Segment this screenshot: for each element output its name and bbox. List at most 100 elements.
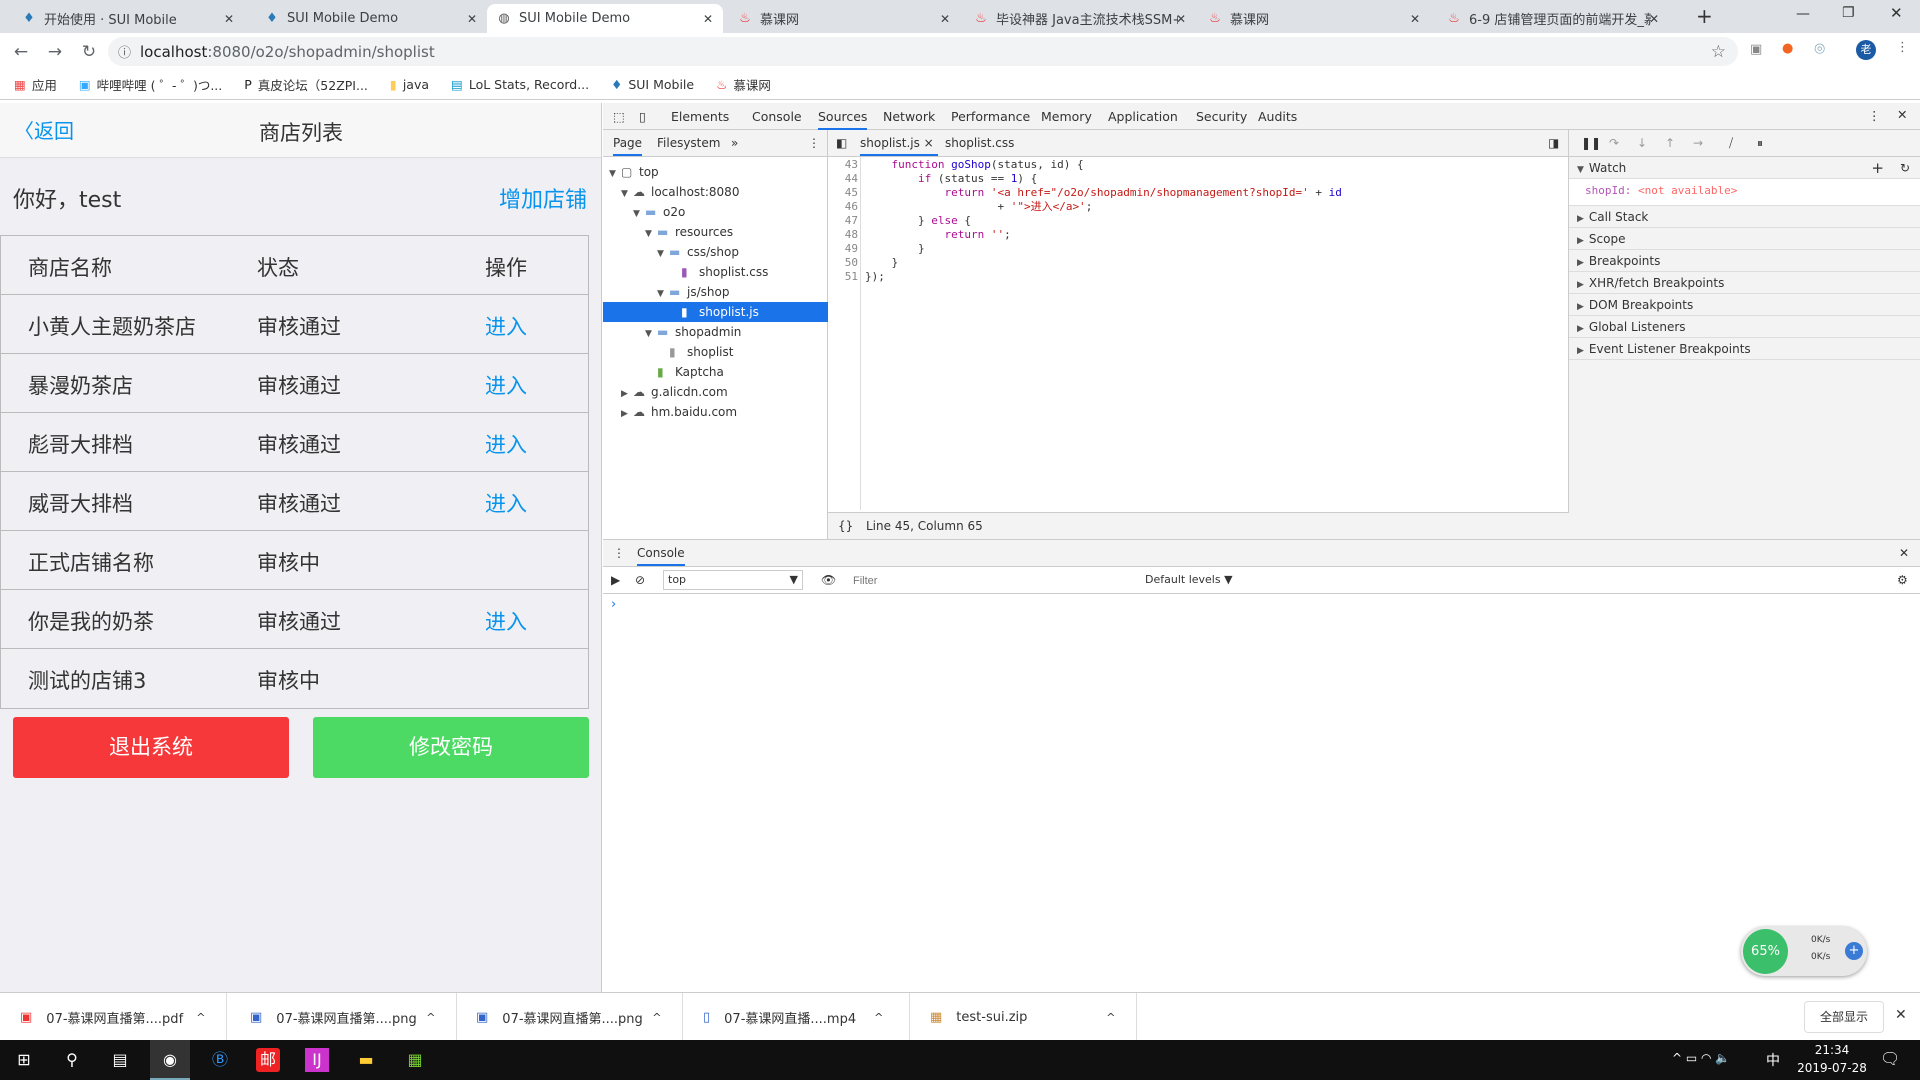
close-tab-icon[interactable]: ✕	[1176, 12, 1186, 26]
extension-icon[interactable]: ●	[1782, 41, 1793, 56]
close-devtools-icon[interactable]: ✕	[1897, 107, 1907, 122]
info-icon[interactable]: ⓘ	[118, 42, 131, 61]
back-arrow-icon[interactable]: ←	[8, 42, 34, 62]
pause-icon[interactable]: ❚❚	[1581, 136, 1601, 150]
add-shop-link[interactable]: 增加店铺	[499, 182, 587, 214]
chrome-taskbar-icon[interactable]: ◉	[150, 1040, 190, 1080]
bookmark-item[interactable]: ▣ 哔哩哔哩 ( ゜- ゜)つ...	[79, 75, 222, 94]
chevron-up-icon[interactable]: ^	[426, 1011, 435, 1024]
tab-application[interactable]: Application	[1108, 109, 1178, 124]
editor-tab-shoplist-css[interactable]: shoplist.css	[945, 136, 1014, 150]
download-item[interactable]: ▣ 07-慕课网直播第....png ^	[230, 993, 457, 1041]
device-toggle-icon[interactable]: ▯	[639, 109, 646, 124]
drawer-menu-icon[interactable]: ⋮	[613, 546, 625, 560]
tree-item[interactable]: ▼ ▬ resources	[603, 222, 828, 242]
step-over-icon[interactable]: ↷	[1609, 136, 1619, 150]
bookmark-item[interactable]: P 真皮论坛（52ZPI...	[244, 75, 368, 94]
tab-security[interactable]: Security	[1196, 109, 1247, 124]
tree-item[interactable]: ▼ ▬ o2o	[603, 202, 828, 222]
tab-console[interactable]: Console	[637, 546, 685, 566]
expand-arrow-icon[interactable]: ▼	[645, 324, 657, 344]
close-tab-icon[interactable]: ✕	[703, 12, 713, 26]
tab-filesystem[interactable]: Filesystem	[657, 136, 720, 150]
tab-page[interactable]: Page	[613, 136, 643, 156]
step-out-icon[interactable]: ↑	[1665, 136, 1675, 150]
enter-shop-link[interactable]: 进入	[485, 606, 527, 636]
tab-performance[interactable]: Performance	[951, 109, 1030, 124]
logout-button[interactable]: 退出系统	[13, 717, 289, 778]
deactivate-breakpoints-icon[interactable]: ⧸	[1729, 136, 1733, 151]
clock-date[interactable]: 2019-07-28	[1796, 1061, 1868, 1075]
expand-arrow-icon[interactable]: ▶	[621, 384, 633, 404]
windows-start-icon[interactable]: ⊞	[12, 1048, 36, 1072]
tree-item[interactable]: ▼ ▬ js/shop	[603, 282, 828, 302]
chevron-up-icon[interactable]: ^	[1106, 1011, 1115, 1024]
step-into-icon[interactable]: ↓	[1637, 136, 1647, 150]
star-icon[interactable]: ☆	[1711, 42, 1726, 62]
pretty-print-icon[interactable]: {}	[838, 513, 853, 539]
browser-tab[interactable]: ♦ 开始使用 · SUI Mobile ✕	[12, 4, 244, 33]
tab-audits[interactable]: Audits	[1258, 109, 1297, 124]
plus-icon[interactable]: +	[1845, 942, 1863, 960]
expand-arrow-icon[interactable]: ▼	[657, 244, 669, 264]
debugger-pane[interactable]: ▶ Global Listeners	[1569, 316, 1920, 338]
debugger-pane[interactable]: ▶ Breakpoints	[1569, 250, 1920, 272]
tab-console[interactable]: Console	[752, 109, 802, 124]
extension-icon[interactable]: ◎	[1814, 41, 1825, 56]
console-filter-input[interactable]	[853, 571, 1138, 590]
chevron-up-icon[interactable]: ^	[652, 1011, 661, 1024]
browser-tab[interactable]: ♨ 毕设神器 Java主流技术栈SSM+S ✕	[964, 4, 1196, 33]
clear-console-icon[interactable]: ⊘	[635, 573, 645, 587]
close-drawer-icon[interactable]: ✕	[1899, 546, 1909, 560]
close-tab-icon[interactable]: ✕	[224, 12, 234, 26]
close-tab-icon[interactable]: ✕	[940, 12, 950, 26]
notifications-icon[interactable]: 🗨	[1880, 1049, 1900, 1068]
mail-app-icon[interactable]: 邮	[256, 1048, 280, 1072]
console-settings-icon[interactable]: ⚙	[1897, 573, 1908, 587]
change-password-button[interactable]: 修改密码	[313, 717, 589, 778]
kebab-icon[interactable]: ⋮	[808, 136, 820, 150]
menu-icon[interactable]: ⋮	[1896, 40, 1909, 55]
tree-item[interactable]: ▼ ▬ shopadmin	[603, 322, 828, 342]
download-item[interactable]: ▯ 07-慕课网直播....mp4 ^	[683, 993, 910, 1041]
url-bar[interactable]: ⓘ localhost:8080/o2o/shopadmin/shoplist ☆	[108, 37, 1738, 66]
tree-item[interactable]: ▼ ☁ localhost:8080	[603, 182, 828, 202]
inspect-icon[interactable]: ⬚	[613, 109, 625, 124]
context-select[interactable]: top ▼	[663, 570, 803, 590]
close-tab-icon[interactable]: ✕	[1649, 12, 1659, 26]
close-window-icon[interactable]: ✕	[1890, 4, 1903, 22]
browser-tab[interactable]: ♨ 慕课网 ✕	[1198, 4, 1430, 33]
watch-pane[interactable]: ▼ Watch + ↻	[1569, 157, 1920, 179]
editor-tab-shoplist-js[interactable]: shoplist.js ×	[860, 136, 938, 156]
enter-shop-link[interactable]: 进入	[485, 429, 527, 459]
expand-arrow-icon[interactable]: ▼	[609, 164, 621, 184]
enter-shop-link[interactable]: 进入	[485, 311, 527, 341]
line-number[interactable]: 48	[828, 228, 858, 242]
intellij-icon[interactable]: IJ	[305, 1048, 329, 1072]
search-icon[interactable]: ⚲	[60, 1048, 84, 1072]
line-number[interactable]: 45	[828, 186, 858, 200]
close-tab-icon[interactable]: ✕	[1410, 12, 1420, 26]
eye-icon[interactable]: 👁	[821, 573, 836, 587]
task-view-icon[interactable]: ▤	[108, 1048, 132, 1072]
bookmark-item[interactable]: ♨ 慕课网	[716, 75, 771, 94]
notepad-icon[interactable]: ▦	[403, 1048, 427, 1072]
add-watch-icon[interactable]: +	[1871, 157, 1884, 179]
app-b-icon[interactable]: Ⓑ	[208, 1048, 232, 1072]
more-tabs-icon[interactable]: »	[731, 136, 738, 150]
bookmark-item[interactable]: ♦ SUI Mobile	[611, 77, 694, 92]
sidebar-toggle-icon[interactable]: ▶	[611, 573, 620, 587]
minimize-icon[interactable]: —	[1796, 6, 1810, 22]
bookmark-item[interactable]: ▤ LoL Stats, Record...	[451, 77, 589, 92]
restore-icon[interactable]: ❐	[1842, 5, 1855, 21]
tab-elements[interactable]: Elements	[671, 109, 729, 124]
show-all-button[interactable]: 全部显示	[1804, 1001, 1884, 1033]
toggle-navigator-icon[interactable]: ◧	[836, 136, 847, 150]
tree-item[interactable]: ▶ ☁ hm.baidu.com	[603, 402, 828, 422]
browser-tab[interactable]: ♦ SUI Mobile Demo ✕	[255, 4, 487, 33]
pause-on-exceptions-icon[interactable]: ⏸	[1757, 136, 1763, 151]
chevron-up-icon[interactable]: ^	[874, 1011, 883, 1024]
download-item[interactable]: ▣ 07-慕课网直播第....png ^	[456, 993, 683, 1041]
download-item[interactable]: ▦ test-sui.zip ^	[910, 993, 1137, 1041]
close-downloads-icon[interactable]: ✕	[1895, 1007, 1907, 1023]
